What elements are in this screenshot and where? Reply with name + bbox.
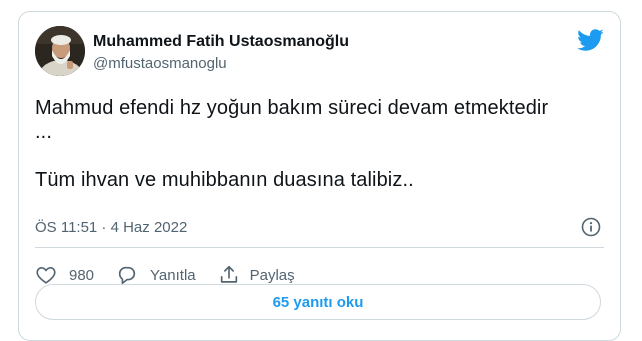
author-avatar[interactable] [35, 26, 85, 76]
tweet-text: Mahmud efendi hz yoğun bakım süreci deva… [35, 97, 549, 191]
avatar-photo-icon [35, 26, 85, 76]
divider [35, 247, 604, 248]
info-icon[interactable] [581, 217, 601, 237]
tweet-card: Muhammed Fatih Ustaosmanoğlu @mfustaosma… [18, 11, 621, 341]
read-replies-button[interactable]: 65 yanıtı oku [35, 284, 601, 320]
reply-button[interactable]: Yanıtla [116, 264, 196, 286]
like-button[interactable]: 980 [35, 264, 94, 286]
author-name[interactable]: Muhammed Fatih Ustaosmanoğlu [93, 33, 349, 51]
author-handle[interactable]: @mfustaosmanoglu [93, 55, 227, 72]
tweet-timestamp[interactable]: ÖS 11:51 · 4 Haz 2022 [35, 219, 187, 236]
share-label: Paylaş [249, 266, 295, 284]
reply-bubble-icon [118, 266, 136, 285]
like-count: 980 [69, 266, 95, 284]
share-button[interactable]: Paylaş [218, 264, 295, 286]
share-icon [220, 265, 237, 283]
reply-label: Yanıtla [150, 266, 196, 284]
heart-icon [36, 267, 56, 284]
twitter-bird-icon[interactable] [576, 26, 604, 54]
